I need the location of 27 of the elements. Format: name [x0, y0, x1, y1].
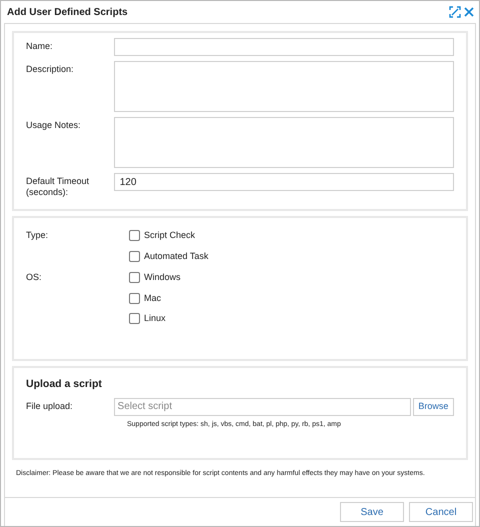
checkbox[interactable]	[129, 292, 140, 304]
field-label: Name:	[26, 40, 54, 52]
group-label: OS:	[26, 271, 43, 284]
cancel-button[interactable]: Cancel	[409, 502, 473, 522]
checkbox[interactable]	[129, 250, 140, 262]
field-label: Usage Notes:	[26, 119, 82, 131]
input-field[interactable]: 120	[114, 173, 454, 191]
group-label: Type:	[26, 229, 50, 242]
checkbox[interactable]	[129, 230, 140, 242]
save-button[interactable]: Save	[340, 502, 404, 522]
checkbox[interactable]	[129, 272, 140, 284]
checkbox[interactable]	[129, 313, 140, 324]
file-input-field[interactable]: Select script	[114, 398, 411, 416]
window-title: Add User Defined Scripts	[7, 6, 128, 20]
checkbox-label: Automated Task	[144, 250, 208, 262]
checkbox-label: Mac	[144, 292, 162, 304]
field-label: File upload:	[26, 400, 74, 413]
checkbox-label: Windows	[144, 271, 181, 284]
browse-button[interactable]: Browse	[412, 398, 454, 416]
field-label: Description:	[26, 63, 75, 75]
field-label: Default Timeout (seconds):	[26, 175, 90, 198]
checkbox-label: Script Check	[144, 229, 196, 242]
checkbox-label: Linux	[144, 312, 166, 325]
close-icon[interactable]	[463, 6, 475, 18]
input-field[interactable]	[114, 38, 454, 56]
maximize-icon[interactable]	[449, 6, 461, 18]
section-heading: Upload a script	[26, 377, 103, 392]
